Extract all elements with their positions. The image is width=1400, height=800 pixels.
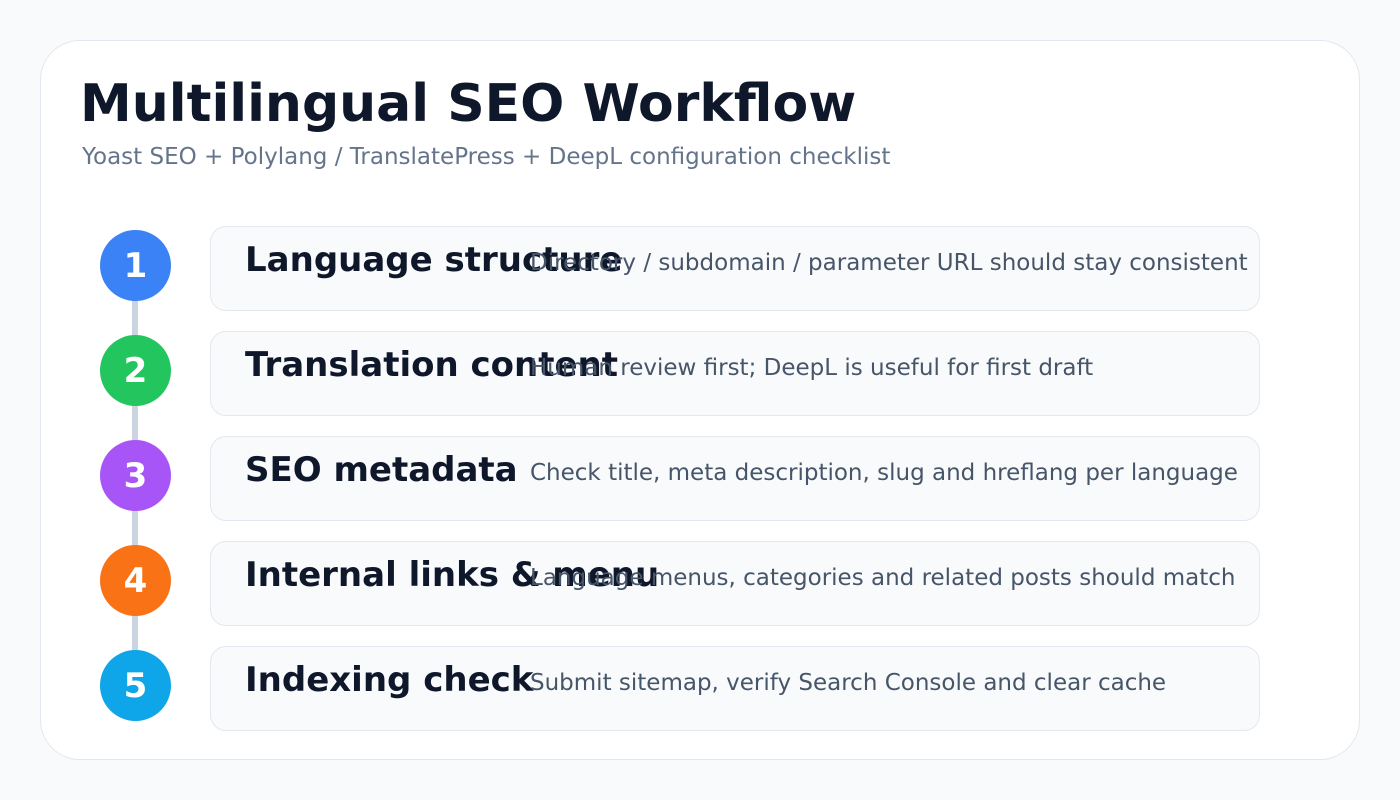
step-description: Submit sitemap, verify Search Console an… [530, 670, 1167, 696]
step-description: Language menus, categories and related p… [530, 565, 1236, 591]
step-title: SEO metadata [245, 450, 518, 490]
step-number-badge: 1 [100, 230, 171, 301]
step-description: Check title, meta description, slug and … [530, 460, 1238, 486]
step-connector [132, 510, 138, 545]
page-subtitle: Yoast SEO + Polylang / TranslatePress + … [82, 144, 891, 170]
step-connector [132, 405, 138, 440]
step-connector [132, 615, 138, 650]
step-number-badge: 3 [100, 440, 171, 511]
step-description: Human review first; DeepL is useful for … [530, 355, 1094, 381]
step-number-badge: 5 [100, 650, 171, 721]
step-number-badge: 4 [100, 545, 171, 616]
step-number-badge: 2 [100, 335, 171, 406]
step-title: Indexing check [245, 660, 534, 700]
step-connector [132, 300, 138, 335]
step-description: Directory / subdomain / parameter URL sh… [530, 250, 1248, 276]
page-title: Multilingual SEO Workflow [80, 74, 857, 134]
